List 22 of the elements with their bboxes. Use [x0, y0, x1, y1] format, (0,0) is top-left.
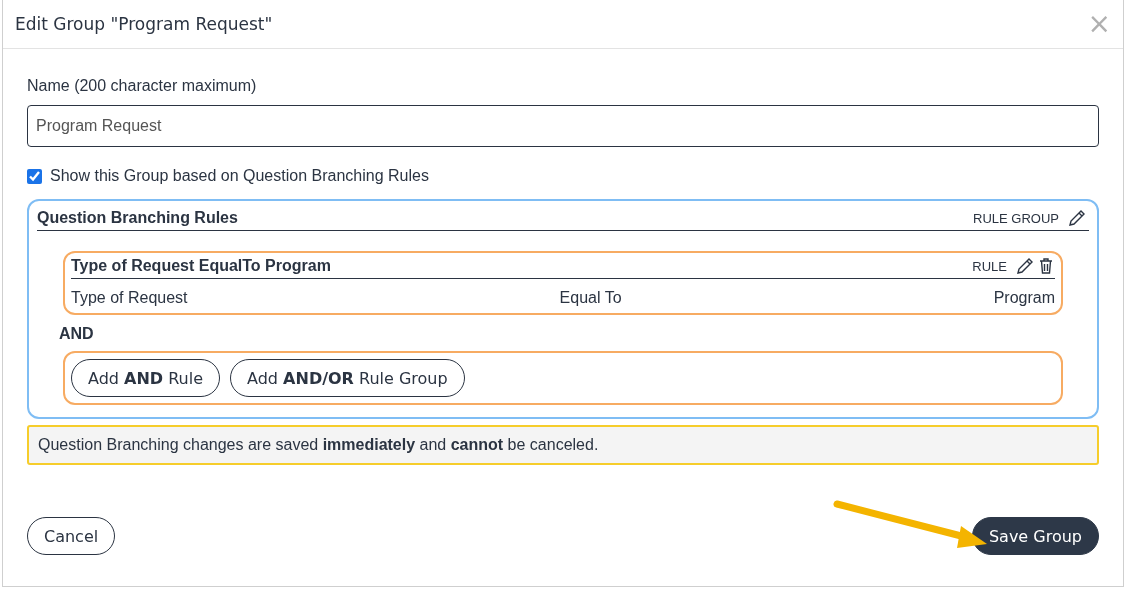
- rule-title: Type of Request EqualTo Program: [71, 257, 332, 275]
- rule-field: Type of Request: [71, 289, 188, 307]
- checkbox[interactable]: [27, 168, 42, 184]
- connector-label: AND: [59, 325, 95, 343]
- cancel-button[interactable]: Cancel: [27, 517, 116, 555]
- field-label: Name (200 character maximum): [27, 77, 258, 95]
- checkbox-label: Show this Group based on Question Branching Rules: [50, 167, 429, 185]
- delete-button[interactable]: [1037, 258, 1055, 274]
- trash-icon: [1039, 258, 1053, 274]
- rule-tag: RULE: [972, 258, 1007, 274]
- pencil-icon: [1015, 256, 1035, 276]
- notice-text: Question Branching changes are saved immediately and cannot be canceled.: [27, 425, 1099, 465]
- rule-group-tag: RULE GROUP: [973, 210, 1059, 226]
- save-button[interactable]: Save Group: [971, 517, 1099, 555]
- rule-operator: Equal To: [559, 289, 622, 307]
- rule-group-title: Question Branching Rules: [37, 209, 239, 227]
- rule-value: Program: [993, 289, 1055, 307]
- add-rule-button[interactable]: Add AND/OR Rule Group: [230, 359, 465, 397]
- name-field[interactable]: Program Request: [27, 105, 1099, 147]
- add-rule-button[interactable]: Add AND Rule: [71, 359, 221, 397]
- dialog-title: Edit Group "Program Request": [15, 14, 273, 34]
- pencil-icon: [1067, 208, 1087, 228]
